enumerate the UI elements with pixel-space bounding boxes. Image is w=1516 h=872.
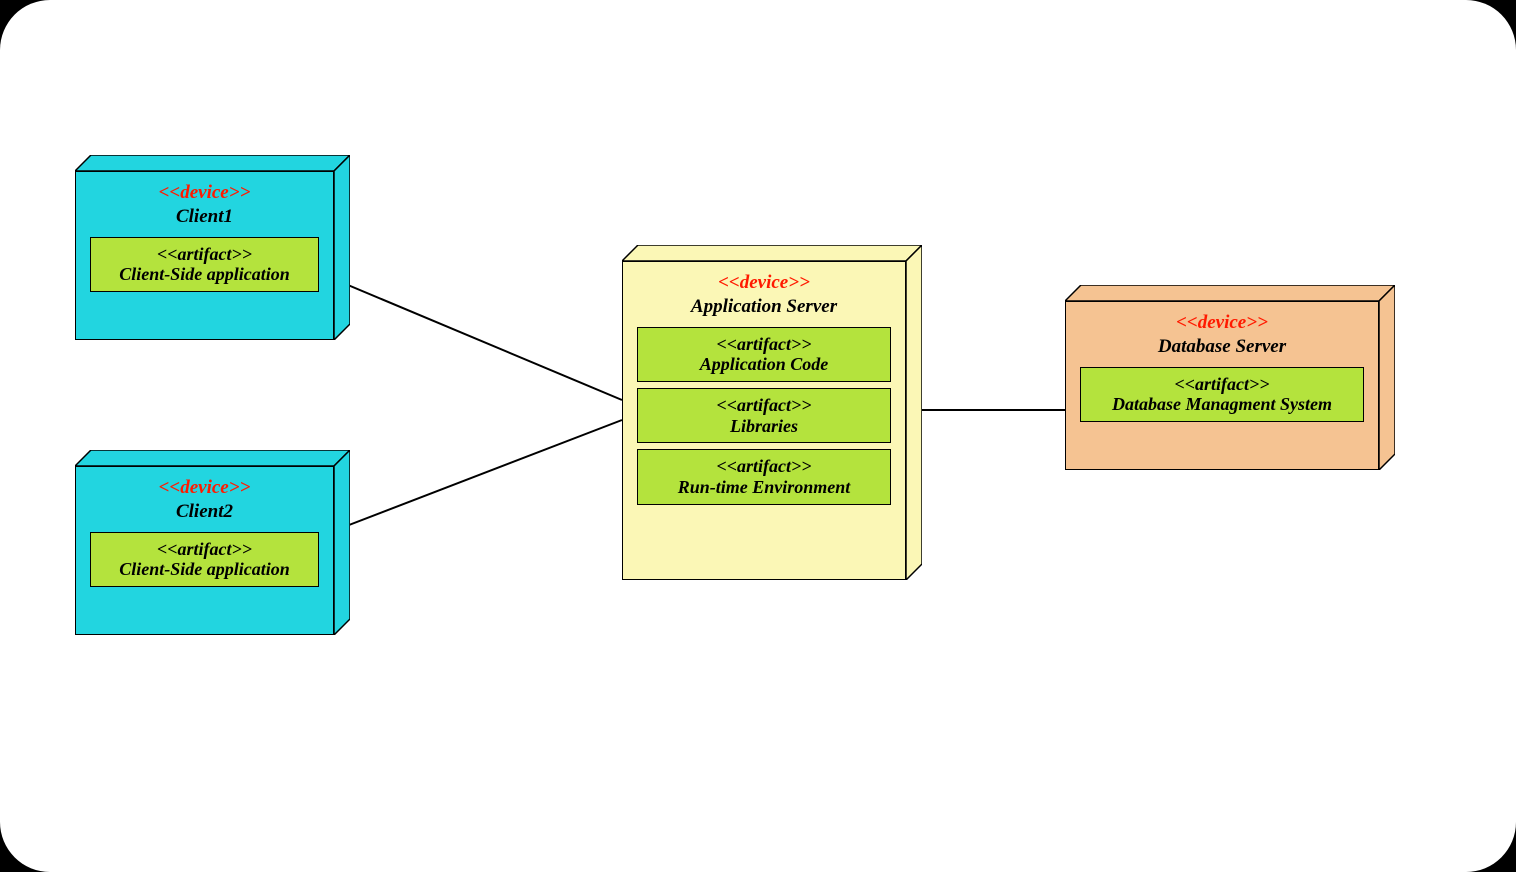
client1-stereotype: <<device>> <box>90 182 319 205</box>
node-client1: <<device>> Client1 <<artifact>> Client-S… <box>75 155 350 340</box>
appserver-stereotype: <<device>> <box>637 272 891 295</box>
artifact-title: Libraries <box>648 416 880 437</box>
appserver-artifact-2: <<artifact>> Run-time Environment <box>637 449 891 504</box>
artifact-stereotype: <<artifact>> <box>648 456 880 477</box>
artifact-title: Client-Side application <box>101 559 308 580</box>
appserver-title: Application Server <box>637 295 891 319</box>
client1-artifact-0: <<artifact>> Client-Side application <box>90 237 319 292</box>
artifact-stereotype: <<artifact>> <box>1091 374 1353 395</box>
node-client2: <<device>> Client2 <<artifact>> Client-S… <box>75 450 350 635</box>
dbserver-title: Database Server <box>1080 335 1364 359</box>
artifact-stereotype: <<artifact>> <box>648 334 880 355</box>
appserver-artifact-1: <<artifact>> Libraries <box>637 388 891 443</box>
diagram-canvas: <<device>> Client1 <<artifact>> Client-S… <box>0 0 1516 872</box>
edge-client2-appserver <box>336 420 622 530</box>
client2-stereotype: <<device>> <box>90 477 319 500</box>
artifact-title: Run-time Environment <box>648 477 880 498</box>
appserver-artifact-0: <<artifact>> Application Code <box>637 327 891 382</box>
artifact-title: Application Code <box>648 354 880 375</box>
dbserver-stereotype: <<device>> <box>1080 312 1364 335</box>
artifact-title: Client-Side application <box>101 264 308 285</box>
artifact-stereotype: <<artifact>> <box>101 539 308 560</box>
artifact-title: Database Managment System <box>1091 394 1353 415</box>
node-appserver: <<device>> Application Server <<artifact… <box>622 245 922 580</box>
dbserver-artifact-0: <<artifact>> Database Managment System <box>1080 367 1364 422</box>
client1-title: Client1 <box>90 205 319 229</box>
client2-title: Client2 <box>90 500 319 524</box>
artifact-stereotype: <<artifact>> <box>648 395 880 416</box>
artifact-stereotype: <<artifact>> <box>101 244 308 265</box>
node-dbserver: <<device>> Database Server <<artifact>> … <box>1065 285 1395 470</box>
edge-client1-appserver <box>336 280 622 400</box>
client2-artifact-0: <<artifact>> Client-Side application <box>90 532 319 587</box>
